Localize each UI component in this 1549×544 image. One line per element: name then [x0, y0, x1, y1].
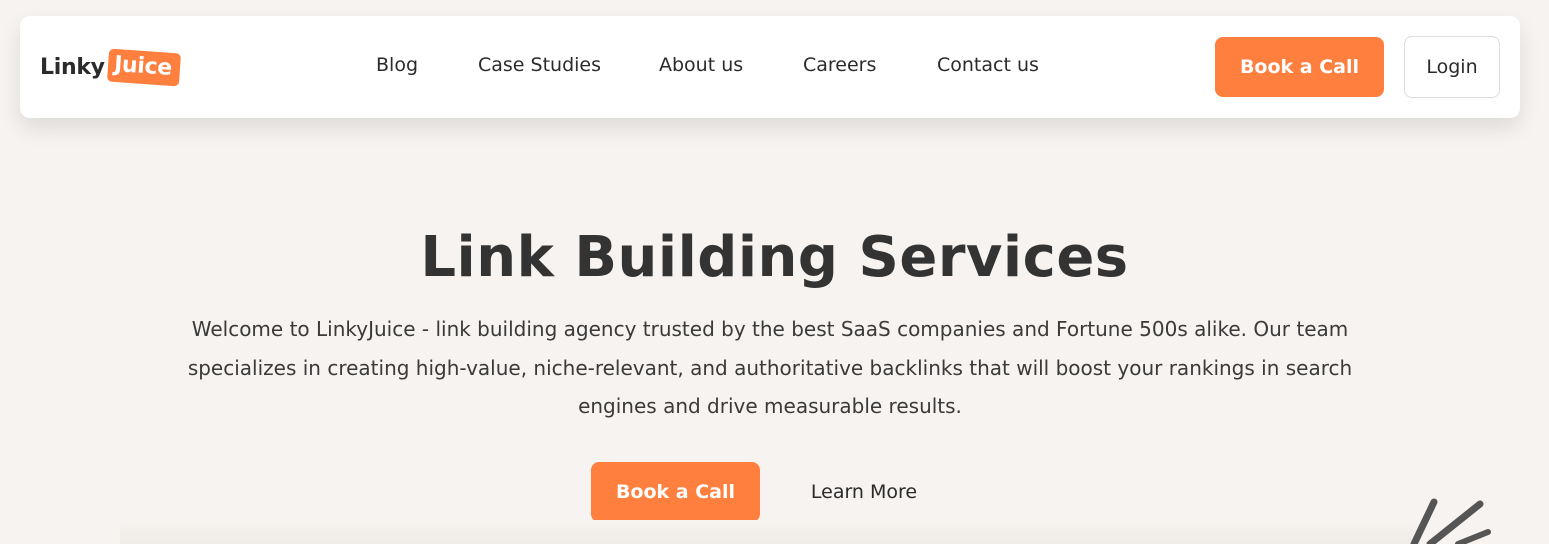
nav-link-blog[interactable]: Blog — [376, 54, 418, 76]
nav-link-about-us[interactable]: About us — [659, 54, 743, 76]
nav-book-call-button[interactable]: Book a Call — [1215, 37, 1384, 97]
content-section-edge — [120, 520, 1420, 544]
nav-link-contact-us[interactable]: Contact us — [937, 54, 1039, 76]
hand-drawn-strokes-icon — [1410, 498, 1491, 544]
top-navigation-bar: Linky Juice Blog Case Studies About us C… — [20, 16, 1520, 118]
nav-link-case-studies[interactable]: Case Studies — [478, 54, 601, 76]
learn-more-link[interactable]: Learn More — [790, 462, 938, 522]
login-button[interactable]: Login — [1404, 36, 1500, 98]
hero-book-call-button[interactable]: Book a Call — [591, 462, 760, 522]
hero-description: Welcome to LinkyJuice - link building ag… — [187, 317, 1353, 418]
nav-link-careers[interactable]: Careers — [803, 54, 876, 76]
hero-title: Link Building Services — [420, 225, 1129, 290]
